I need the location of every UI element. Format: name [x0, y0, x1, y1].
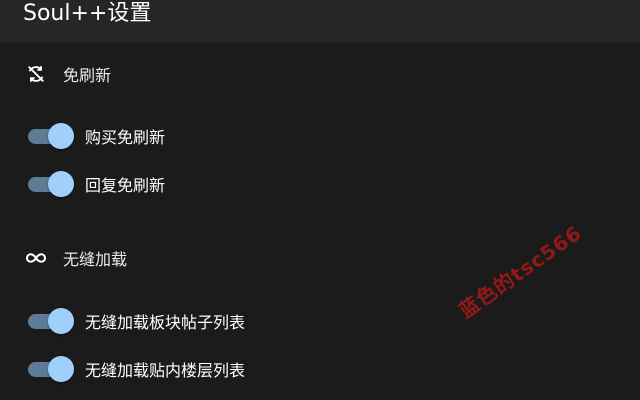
reply-no-refresh-switch[interactable] — [28, 171, 74, 197]
switch-thumb — [48, 356, 74, 382]
switch-thumb — [48, 171, 74, 197]
toggle-label: 回复免刷新 — [85, 176, 166, 195]
toggle-label: 购买免刷新 — [85, 128, 166, 147]
section-header-seamless-load: 无缝加载 — [24, 246, 127, 270]
toggle-row-purchase-no-refresh: 购买免刷新 — [28, 123, 165, 149]
toggle-label: 无缝加载贴内楼层列表 — [85, 361, 246, 380]
section-label: 无缝加载 — [63, 250, 128, 269]
section-label: 免刷新 — [63, 66, 112, 85]
seamless-board-list-switch[interactable] — [28, 308, 74, 334]
switch-thumb — [48, 123, 74, 149]
page-title: Soul++设置 — [23, 1, 152, 26]
purchase-no-refresh-switch[interactable] — [28, 123, 74, 149]
header-bar: Soul++设置 — [0, 0, 640, 43]
toggle-row-seamless-board-list: 无缝加载板块帖子列表 — [28, 308, 245, 334]
toggle-row-reply-no-refresh: 回复免刷新 — [28, 171, 165, 197]
toggle-label: 无缝加载板块帖子列表 — [85, 313, 246, 332]
infinity-icon — [24, 246, 48, 270]
seamless-floor-list-switch[interactable] — [28, 356, 74, 382]
watermark-text: 蓝色的tsc566 — [454, 220, 587, 323]
section-header-no-refresh: 免刷新 — [24, 62, 111, 86]
toggle-row-seamless-floor-list: 无缝加载贴内楼层列表 — [28, 356, 245, 382]
sync-off-icon — [24, 62, 48, 86]
settings-panel: Soul++设置 免刷新 购买免刷新 回复免刷新 无缝加载 无缝加载板块帖子列表… — [0, 0, 640, 400]
switch-thumb — [48, 308, 74, 334]
